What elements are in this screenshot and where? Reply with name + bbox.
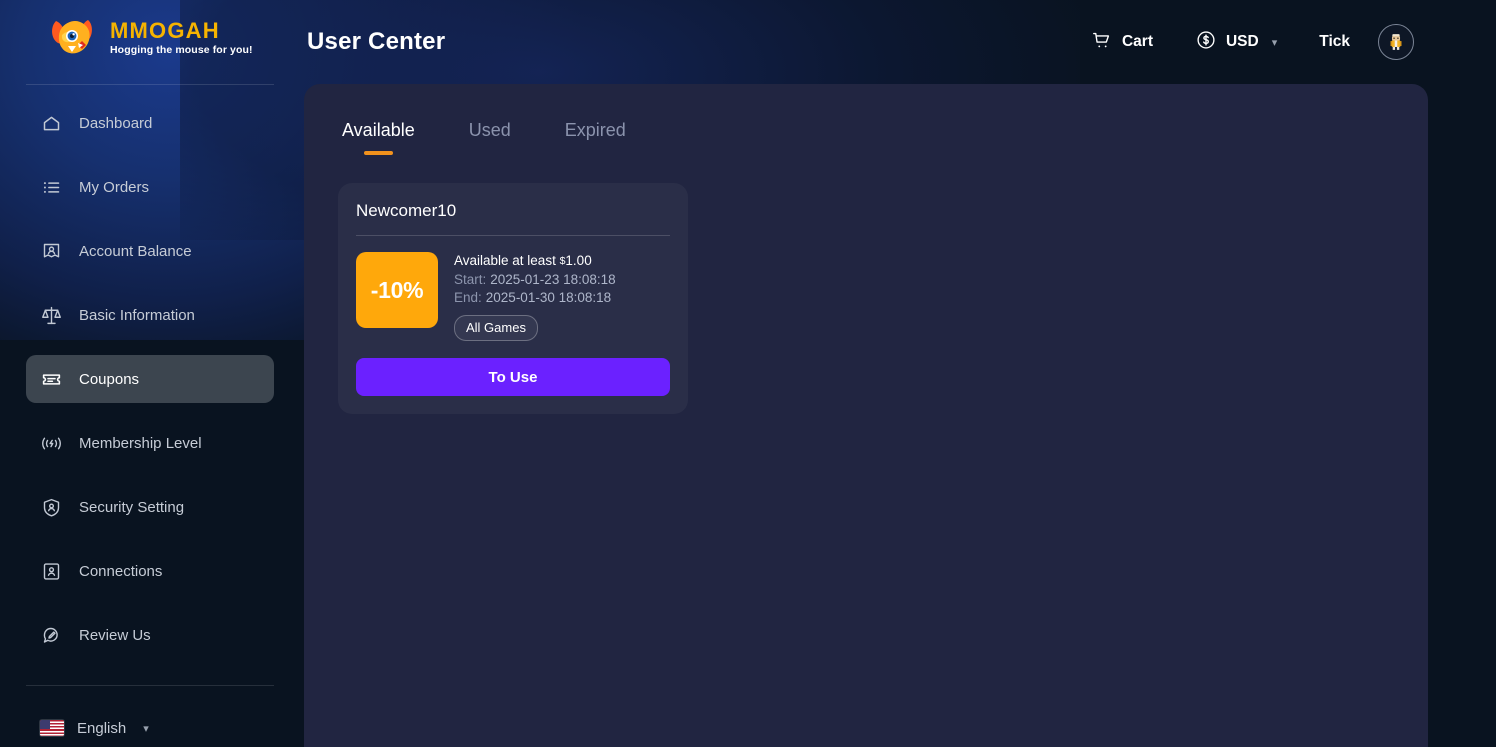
coupon-end: End: 2025-01-30 18:08:18	[454, 290, 670, 305]
coupon-minimum: Available at least $1.00	[454, 253, 670, 268]
scales-icon	[40, 304, 62, 326]
user-label: Tick	[1319, 33, 1350, 50]
coupon-body: -10% Available at least $1.00 Start: 2025…	[356, 252, 670, 341]
tab-label: Available	[342, 120, 415, 140]
discount-badge: -10%	[356, 252, 438, 328]
sidebar-item-my-orders[interactable]: My Orders	[26, 163, 274, 211]
sidebar-item-label: Membership Level	[79, 434, 202, 452]
tab-used[interactable]: Used	[469, 120, 511, 155]
wallet-user-icon	[40, 240, 62, 262]
coupon-start-value: 2025-01-23 18:08:18	[490, 272, 616, 287]
avatar[interactable]	[1378, 24, 1414, 60]
sidebar-divider-bottom	[26, 685, 274, 686]
sidebar-item-label: Basic Information	[79, 306, 195, 324]
sidebar-item-membership-level[interactable]: Membership Level	[26, 419, 274, 467]
coupon-start: Start: 2025-01-23 18:08:18	[454, 272, 670, 287]
tab-available[interactable]: Available	[342, 120, 415, 155]
mmogah-mascot-icon	[48, 15, 100, 61]
coupon-minimum-label: Available at least	[454, 253, 560, 268]
cart-button[interactable]: Cart	[1091, 29, 1153, 56]
sidebar-item-account-balance[interactable]: Account Balance	[26, 227, 274, 275]
home-icon	[40, 112, 62, 134]
to-use-button[interactable]: To Use	[356, 358, 670, 396]
coupon-card: Newcomer10 -10% Available at least $1.00…	[338, 183, 688, 414]
dollar-circle-icon	[1195, 29, 1217, 56]
coupon-scope-badge: All Games	[454, 315, 538, 341]
tab-label: Expired	[564, 120, 626, 140]
brand-logo[interactable]: MMOGAH Hogging the mouse for you!	[26, 0, 274, 76]
main-panel: Available Used Expired Newcomer10 -10% A…	[304, 84, 1428, 747]
coupon-end-value: 2025-01-30 18:08:18	[485, 290, 612, 305]
sidebar-item-label: Coupons	[79, 370, 140, 388]
language-label: English	[77, 719, 127, 737]
tab-label: Used	[468, 120, 511, 140]
brand-tagline: Hogging the mouse for you!	[110, 44, 253, 57]
coupon-list: Newcomer10 -10% Available at least $1.00…	[304, 155, 1428, 414]
language-selector[interactable]: English ▾	[26, 704, 274, 747]
user-menu[interactable]: Tick	[1319, 33, 1350, 51]
coupon-details: Available at least $1.00 Start: 2025-01-2…	[454, 252, 670, 341]
sidebar-item-label: My Orders	[79, 178, 150, 196]
id-card-icon	[40, 560, 62, 582]
chevron-down-icon: ▾	[143, 722, 149, 735]
signal-icon	[40, 432, 62, 454]
sidebar-divider-top	[26, 84, 274, 85]
sidebar-item-connections[interactable]: Connections	[26, 547, 274, 595]
cart-icon	[1091, 29, 1113, 56]
sidebar-item-label: Dashboard	[79, 114, 153, 132]
sidebar-item-dashboard[interactable]: Dashboard	[26, 99, 274, 147]
sidebar-item-review-us[interactable]: Review Us	[26, 611, 274, 659]
top-header: User Center Cart USD ▾ Tick	[300, 0, 1496, 84]
coupon-minimum-value: 1.00	[565, 253, 592, 268]
sidebar-nav: Dashboard My Orders Account Balance Basi…	[26, 99, 274, 675]
coupon-title: Newcomer10	[356, 201, 457, 220]
discount-value: -10%	[370, 276, 424, 303]
chat-pencil-icon	[40, 624, 62, 646]
currency-label: USD	[1225, 33, 1259, 50]
list-icon	[40, 176, 62, 198]
ticket-icon	[40, 368, 62, 390]
us-flag-icon	[40, 720, 64, 736]
cart-label: Cart	[1121, 33, 1153, 50]
tab-expired[interactable]: Expired	[565, 120, 626, 155]
app-root: MMOGAH Hogging the mouse for you! Dashbo…	[0, 0, 1496, 747]
currency-selector[interactable]: USD ▾	[1195, 29, 1277, 56]
chevron-down-icon: ▾	[1271, 36, 1278, 49]
sidebar-item-label: Security Setting	[79, 498, 185, 516]
coupon-divider	[356, 235, 670, 236]
sidebar-item-basic-information[interactable]: Basic Information	[26, 291, 274, 339]
sidebar-item-coupons[interactable]: Coupons	[26, 355, 274, 403]
sidebar: MMOGAH Hogging the mouse for you! Dashbo…	[0, 0, 300, 747]
sidebar-item-label: Account Balance	[79, 242, 192, 260]
sidebar-item-label: Connections	[79, 562, 163, 580]
sidebar-item-security-setting[interactable]: Security Setting	[26, 483, 274, 531]
coupon-start-label: Start:	[454, 272, 487, 287]
coupon-end-label: End:	[454, 290, 482, 305]
brand-name: MMOGAH	[110, 18, 220, 44]
sidebar-item-label: Review Us	[79, 626, 151, 644]
page-title: User Center	[307, 28, 446, 55]
shield-user-icon	[40, 496, 62, 518]
coupon-tabs: Available Used Expired	[304, 84, 1428, 155]
header-actions: Cart USD ▾ Tick	[1091, 24, 1496, 60]
